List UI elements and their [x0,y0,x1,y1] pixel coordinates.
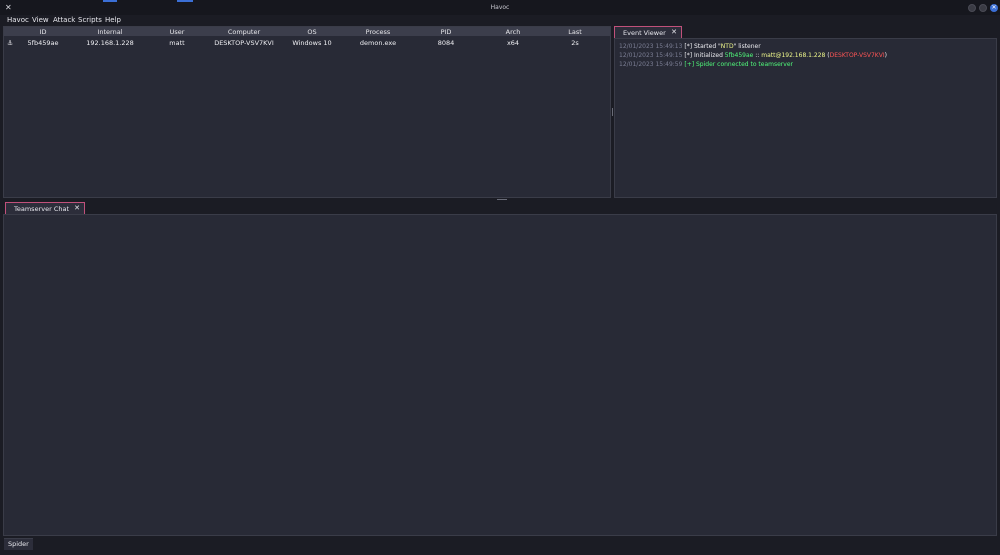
log-line: 12/01/2023 15:49:13 [*] Started "NTD" li… [619,43,761,50]
event-log: 12/01/2023 15:49:13 [*] Started "NTD" li… [614,38,997,198]
close-tab-icon[interactable]: ✕ [671,28,677,36]
cell-os: Windows 10 [292,39,332,47]
minimize-button[interactable] [968,4,976,12]
splitter-grip-icon [612,108,613,116]
top-split: ID Internal User Computer OS Process PID… [3,26,997,198]
log-tag: [*] [684,43,693,50]
menu-bar: Havoc View Attack Scripts Help [0,15,1000,26]
column-header-process[interactable]: Process [342,28,414,36]
table-row[interactable]: ⚓ 5fb459ae 192.168.1.228 matt DESKTOP-VS… [4,38,610,47]
chat-log [3,214,997,536]
cell-user: matt [169,39,185,47]
status-user: Spider [4,538,33,550]
menu-view[interactable]: View [32,16,49,24]
menu-help[interactable]: Help [105,16,121,24]
cell-arch: x64 [506,39,520,47]
log-text: Spider connected to teamserver [696,61,793,68]
column-header-pid[interactable]: PID [418,28,474,36]
menu-attack[interactable]: Attack [53,16,75,24]
log-line: 12/01/2023 15:49:15 [*] Initialized 5fb4… [619,52,887,59]
column-header-computer[interactable]: Computer [206,28,282,36]
column-header-user[interactable]: User [154,28,200,36]
table-header: ID Internal User Computer OS Process PID… [4,27,610,36]
cell-internal: 192.168.1.228 [86,39,134,47]
log-tag: [+] [684,61,695,68]
maximize-button[interactable] [979,4,987,12]
cell-last: 2s [571,39,579,47]
column-header-os[interactable]: OS [284,28,340,36]
log-text: Initialized [693,52,725,59]
agent-icon: ⚓ [7,39,13,47]
title-bar: ✕ Havoc ✕ [0,0,1000,15]
cell-computer: DESKTOP-VSV7KVI [214,39,274,47]
log-text: Started " [693,43,721,50]
accent-marker [177,0,193,2]
user-host: matt@192.168.1.228 [761,52,826,59]
log-text: ) [884,52,887,59]
tab-label: Teamserver Chat [14,205,70,213]
agent-id: 5fb459ae [724,52,754,59]
computer-name: DESKTOP-VSV7KVI [829,52,885,59]
log-timestamp: 12/01/2023 15:49:59 [619,61,683,68]
column-header-internal[interactable]: Internal [74,28,146,36]
status-user-label: Spider [8,540,29,548]
menu-scripts[interactable]: Scripts [78,16,102,24]
cell-process: demon.exe [359,39,397,47]
menu-havoc[interactable]: Havoc [7,16,29,24]
close-tab-icon[interactable]: ✕ [74,204,80,212]
column-header-id[interactable]: ID [20,28,66,36]
log-timestamp: 12/01/2023 15:49:13 [619,43,683,50]
bottom-panel: Teamserver Chat ✕ [3,202,997,536]
listener-name: NTD [720,43,734,50]
status-bar: Spider [0,536,1000,555]
accent-marker [103,0,117,2]
splitter-grip-icon [497,199,507,200]
tab-label: Event Viewer [623,29,666,37]
close-window-button[interactable]: ✕ [990,4,998,12]
session-table: ID Internal User Computer OS Process PID… [3,26,611,198]
log-line: 12/01/2023 15:49:59 [+] Spider connected… [619,61,793,68]
cell-pid: 8084 [437,39,455,47]
log-text: " listener [733,43,761,50]
log-tag: [*] [684,52,693,59]
tab-event-viewer[interactable]: Event Viewer ✕ [614,26,682,38]
cell-id: 5fb459ae [27,39,59,47]
tab-teamserver-chat[interactable]: Teamserver Chat ✕ [5,202,85,214]
column-header-last[interactable]: Last [549,28,601,36]
event-viewer-panel: Event Viewer ✕ 12/01/2023 15:49:13 [*] S… [614,26,997,198]
window-title: Havoc [490,4,510,11]
column-header-arch[interactable]: Arch [482,28,544,36]
log-timestamp: 12/01/2023 15:49:15 [619,52,683,59]
